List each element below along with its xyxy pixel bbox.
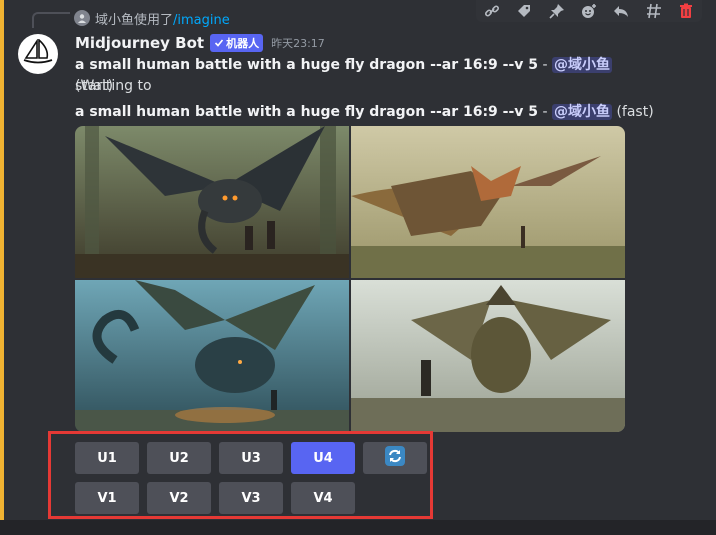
reply-action: 使用了 [134, 13, 174, 28]
timestamp[interactable]: 昨天23:17 [271, 35, 325, 51]
message-line-2: a small human battle with a huge fly dra… [75, 102, 675, 123]
reply-icon[interactable] [610, 1, 632, 21]
separator: - [538, 104, 552, 120]
delete-icon[interactable] [675, 1, 697, 21]
upscale-button-4[interactable]: U4 [291, 442, 355, 474]
bot-tag-label: 机器人 [226, 37, 260, 50]
grid-image-2[interactable] [351, 126, 625, 278]
link-icon[interactable] [481, 1, 503, 21]
pin-icon[interactable] [546, 1, 568, 21]
thread-icon[interactable] [643, 1, 665, 21]
bot-name[interactable]: Midjourney Bot [75, 34, 204, 52]
grid-image-4[interactable] [351, 280, 625, 432]
message-toolbar [476, 0, 702, 22]
variation-button-3[interactable]: V3 [219, 482, 283, 514]
avatar[interactable] [18, 34, 58, 74]
reply-command[interactable]: /imagine [173, 13, 230, 28]
reply-avatar[interactable] [74, 10, 90, 26]
refresh-icon [385, 446, 405, 470]
status-text: (fast) [616, 104, 654, 120]
bot-badge: 机器人 [210, 34, 264, 52]
prompt-text: a small human battle with a huge fly dra… [75, 57, 539, 73]
reroll-button[interactable] [363, 442, 427, 474]
message-header: Midjourney Bot 机器人 昨天23:17 [75, 34, 325, 52]
message-line-1: a small human battle with a huge fly dra… [75, 55, 635, 97]
grid-image-3[interactable] [75, 280, 349, 432]
variation-button-1[interactable]: V1 [75, 482, 139, 514]
prompt-text: a small human battle with a huge fly dra… [75, 104, 539, 120]
separator: - [538, 57, 552, 73]
upscale-button-2[interactable]: U2 [147, 442, 211, 474]
status-text-cont: start) [75, 78, 114, 94]
upscale-button-1[interactable]: U1 [75, 442, 139, 474]
verified-check-icon [215, 39, 224, 47]
variation-button-4[interactable]: V4 [291, 482, 355, 514]
user-mention[interactable]: @域小鱼 [552, 104, 612, 120]
reply-text[interactable]: 域小鱼使用了/imagine [95, 9, 230, 28]
variation-button-2[interactable]: V2 [147, 482, 211, 514]
image-grid[interactable] [75, 126, 625, 432]
user-mention[interactable]: @域小鱼 [552, 57, 612, 73]
bottom-strip [0, 520, 716, 535]
highlight-bar [0, 0, 4, 520]
midjourney-sailboat-icon [23, 38, 53, 69]
add-reaction-icon[interactable] [578, 1, 600, 21]
reply-user[interactable]: 域小鱼 [95, 13, 134, 28]
grid-image-1[interactable] [75, 126, 349, 278]
message-line-1b: start) [75, 76, 113, 97]
reply-connector [32, 12, 70, 28]
tag-icon[interactable] [513, 1, 535, 21]
upscale-button-3[interactable]: U3 [219, 442, 283, 474]
